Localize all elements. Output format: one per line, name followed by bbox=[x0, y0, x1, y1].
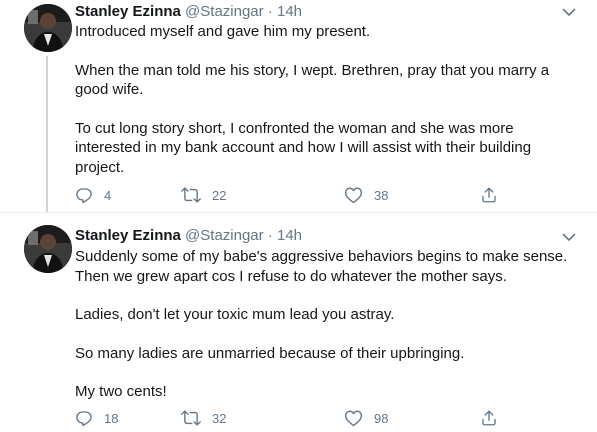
heart-icon bbox=[344, 187, 363, 204]
heart-icon bbox=[344, 410, 363, 427]
separator: · bbox=[267, 3, 273, 20]
retweet-icon bbox=[181, 187, 201, 203]
like-button[interactable]: 38 bbox=[344, 184, 388, 206]
reply-icon bbox=[76, 188, 92, 204]
like-count: 38 bbox=[374, 187, 389, 203]
retweet-button[interactable]: 22 bbox=[181, 184, 226, 206]
tweet-header: Stanley Ezinna @Stazingar · 14h bbox=[75, 2, 302, 22]
author-handle[interactable]: @Stazingar bbox=[185, 3, 264, 20]
thread-line bbox=[46, 56, 48, 212]
tweet-paragraph: My two cents! bbox=[75, 383, 167, 400]
share-button[interactable] bbox=[480, 407, 498, 429]
tweet-paragraph: Ladies, don't let your toxic mum lead yo… bbox=[75, 306, 395, 323]
retweet-icon bbox=[181, 410, 201, 426]
tweet-paragraph: Suddenly some of my babe's aggressive be… bbox=[75, 248, 568, 285]
retweet-count: 22 bbox=[212, 187, 227, 203]
reply-count: 4 bbox=[104, 187, 112, 203]
tweet-actions: 18 32 98 bbox=[75, 407, 535, 429]
chevron-down-icon[interactable] bbox=[559, 227, 579, 247]
chevron-down-icon[interactable] bbox=[559, 2, 579, 22]
reply-button[interactable]: 4 bbox=[75, 184, 111, 206]
tweet-text: Suddenly some of my babe's aggressive be… bbox=[75, 247, 575, 402]
tweet-paragraph: So many ladies are unmarried because of … bbox=[75, 344, 465, 362]
tweet-paragraph: Introduced myself and gave him my presen… bbox=[75, 23, 371, 40]
share-icon bbox=[482, 187, 496, 203]
reply-count: 18 bbox=[104, 410, 119, 426]
tweet[interactable]: Stanley Ezinna @Stazingar · 14h Introduc… bbox=[0, 0, 597, 212]
tweet-paragraph: To cut long story short, I confronted th… bbox=[75, 119, 532, 176]
author-name[interactable]: Stanley Ezinna bbox=[75, 3, 181, 20]
tweet-actions: 4 22 38 bbox=[75, 184, 535, 206]
avatar[interactable] bbox=[24, 4, 72, 52]
like-button[interactable]: 98 bbox=[344, 407, 388, 429]
reply-button[interactable]: 18 bbox=[75, 407, 118, 429]
tweet-paragraph: When the man told me his story, I wept. … bbox=[75, 61, 550, 99]
author-name[interactable]: Stanley Ezinna bbox=[75, 227, 181, 244]
avatar[interactable] bbox=[24, 225, 72, 273]
share-button[interactable] bbox=[480, 184, 498, 206]
tweet[interactable]: Stanley Ezinna @Stazingar · 14h Suddenly… bbox=[0, 212, 597, 432]
retweet-button[interactable]: 32 bbox=[181, 407, 226, 429]
timestamp[interactable]: 14h bbox=[277, 227, 302, 244]
tweet-header: Stanley Ezinna @Stazingar · 14h bbox=[75, 226, 302, 246]
reply-icon bbox=[76, 411, 92, 427]
like-count: 98 bbox=[374, 410, 389, 426]
timestamp[interactable]: 14h bbox=[277, 3, 302, 20]
author-handle[interactable]: @Stazingar bbox=[185, 227, 264, 244]
separator: · bbox=[267, 227, 273, 244]
tweet-text: Introduced myself and gave him my presen… bbox=[75, 22, 575, 177]
share-icon bbox=[482, 410, 496, 426]
retweet-count: 32 bbox=[212, 410, 227, 426]
